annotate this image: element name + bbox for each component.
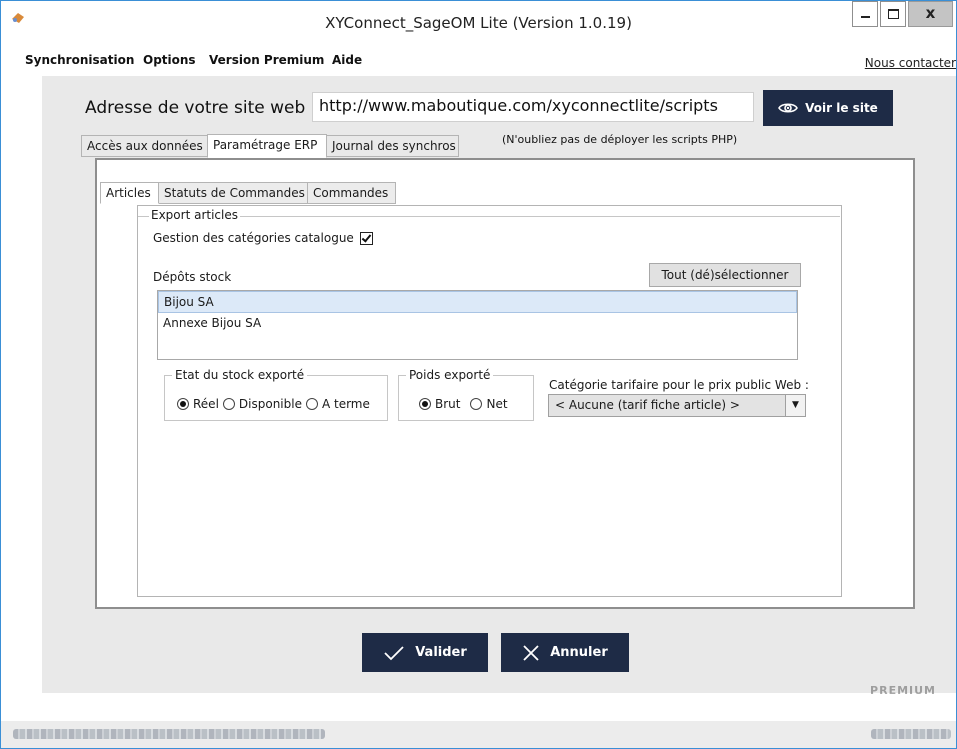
export-articles-title: Export articles: [149, 208, 240, 222]
menu-bar: Synchronisation Options Version Premium …: [1, 51, 956, 71]
gestion-categories-row: Gestion des catégories catalogue: [153, 231, 373, 245]
site-url-input[interactable]: http://www.maboutique.com/xyconnectlite/…: [312, 92, 754, 122]
menu-synchronisation[interactable]: Synchronisation: [25, 53, 134, 67]
title-bar: XYConnect_SageOM Lite (Version 1.0.19) x: [1, 1, 956, 47]
poids-brut-label: Brut: [435, 397, 461, 411]
tab-page-parametrage-erp: Articles Statuts de Commandes Commandes …: [95, 158, 915, 609]
poids-net-radio[interactable]: [470, 398, 483, 410]
poids-brut-radio[interactable]: [419, 398, 431, 410]
etat-a-terme-radio[interactable]: [305, 398, 318, 410]
tab-statuts-commandes[interactable]: Statuts de Commandes: [158, 182, 308, 204]
etat-reel-label: Réel: [193, 397, 219, 411]
tab-parametrage-erp[interactable]: Paramétrage ERP: [207, 134, 327, 158]
status-bar: [1, 721, 956, 748]
poids-net-label: Net: [486, 397, 508, 411]
minimize-button[interactable]: [852, 1, 878, 27]
annuler-label: Annuler: [550, 645, 608, 660]
export-articles-group: Export articles Gestion des catégories c…: [138, 208, 840, 592]
gestion-categories-checkbox[interactable]: [359, 231, 373, 245]
check-icon: [384, 645, 404, 660]
annuler-button[interactable]: Annuler: [501, 633, 629, 672]
valider-label: Valider: [415, 645, 467, 660]
menu-options[interactable]: Options: [143, 53, 196, 67]
brand-watermark: PREMIUM: [870, 684, 936, 697]
tab-articles[interactable]: Articles: [100, 182, 159, 204]
etat-a-terme-label: A terme: [321, 397, 370, 411]
close-button[interactable]: x: [908, 1, 953, 27]
chevron-down-icon[interactable]: ▼: [785, 395, 805, 416]
status-blurred-link: [871, 729, 951, 739]
toggle-select-button[interactable]: Tout (dé)sélectionner: [649, 263, 801, 287]
etat-stock-title: Etat du stock exporté: [172, 368, 308, 382]
depots-listbox[interactable]: Bijou SA Annexe Bijou SA: [157, 290, 798, 360]
window-title: XYConnect_SageOM Lite (Version 1.0.19): [325, 14, 632, 32]
etat-reel-radio[interactable]: [177, 398, 189, 410]
tab-commandes[interactable]: Commandes: [307, 182, 396, 204]
depots-stock-label: Dépôts stock: [153, 270, 232, 284]
status-blurred-text: [13, 729, 325, 739]
tab-acces-donnees[interactable]: Accès aux données: [81, 135, 208, 157]
window-controls: x: [850, 1, 953, 27]
app-window: XYConnect_SageOM Lite (Version 1.0.19) x…: [0, 0, 957, 749]
tarif-select-value: < Aucune (tarif fiche article) >: [555, 398, 740, 412]
poids-options: Brut Net: [419, 397, 508, 411]
check-icon: [361, 231, 372, 243]
poids-title: Poids exporté: [406, 368, 494, 382]
voir-site-label: Voir le site: [805, 101, 878, 115]
main-panel: Adresse de votre site web : http://www.m…: [42, 76, 956, 697]
maximize-button[interactable]: [880, 1, 906, 27]
tab-journal-synchros[interactable]: Journal des synchros: [326, 135, 459, 157]
cross-icon: [523, 644, 539, 661]
site-url-label: Adresse de votre site web :: [85, 98, 317, 118]
close-icon: x: [925, 4, 936, 22]
maximize-icon: [888, 9, 899, 19]
menu-version-premium[interactable]: Version Premium: [209, 53, 324, 67]
php-note: (N'oubliez pas de déployer les scripts P…: [502, 133, 738, 146]
tarif-label: Catégorie tarifaire pour le prix public …: [549, 378, 809, 392]
minimize-icon: [861, 16, 870, 18]
articles-page: Export articles Gestion des catégories c…: [137, 205, 842, 597]
list-item[interactable]: Bijou SA: [158, 291, 797, 313]
menu-aide[interactable]: Aide: [332, 53, 362, 67]
etat-disponible-label: Disponible: [238, 397, 302, 411]
eye-icon: [778, 103, 799, 113]
poids-group: Poids exporté Brut Net: [398, 368, 534, 421]
gestion-categories-label: Gestion des catégories catalogue: [153, 231, 354, 245]
valider-button[interactable]: Valider: [362, 633, 488, 672]
etat-stock-group: Etat du stock exporté Réel Disponible A …: [164, 368, 388, 421]
tarif-select[interactable]: < Aucune (tarif fiche article) > ▼: [548, 394, 806, 417]
contact-link[interactable]: Nous contacter: [865, 56, 956, 70]
list-item[interactable]: Annexe Bijou SA: [158, 313, 797, 335]
etat-stock-options: Réel Disponible A terme: [177, 397, 370, 411]
voir-site-button[interactable]: Voir le site: [763, 90, 893, 126]
etat-disponible-radio[interactable]: [222, 398, 235, 410]
